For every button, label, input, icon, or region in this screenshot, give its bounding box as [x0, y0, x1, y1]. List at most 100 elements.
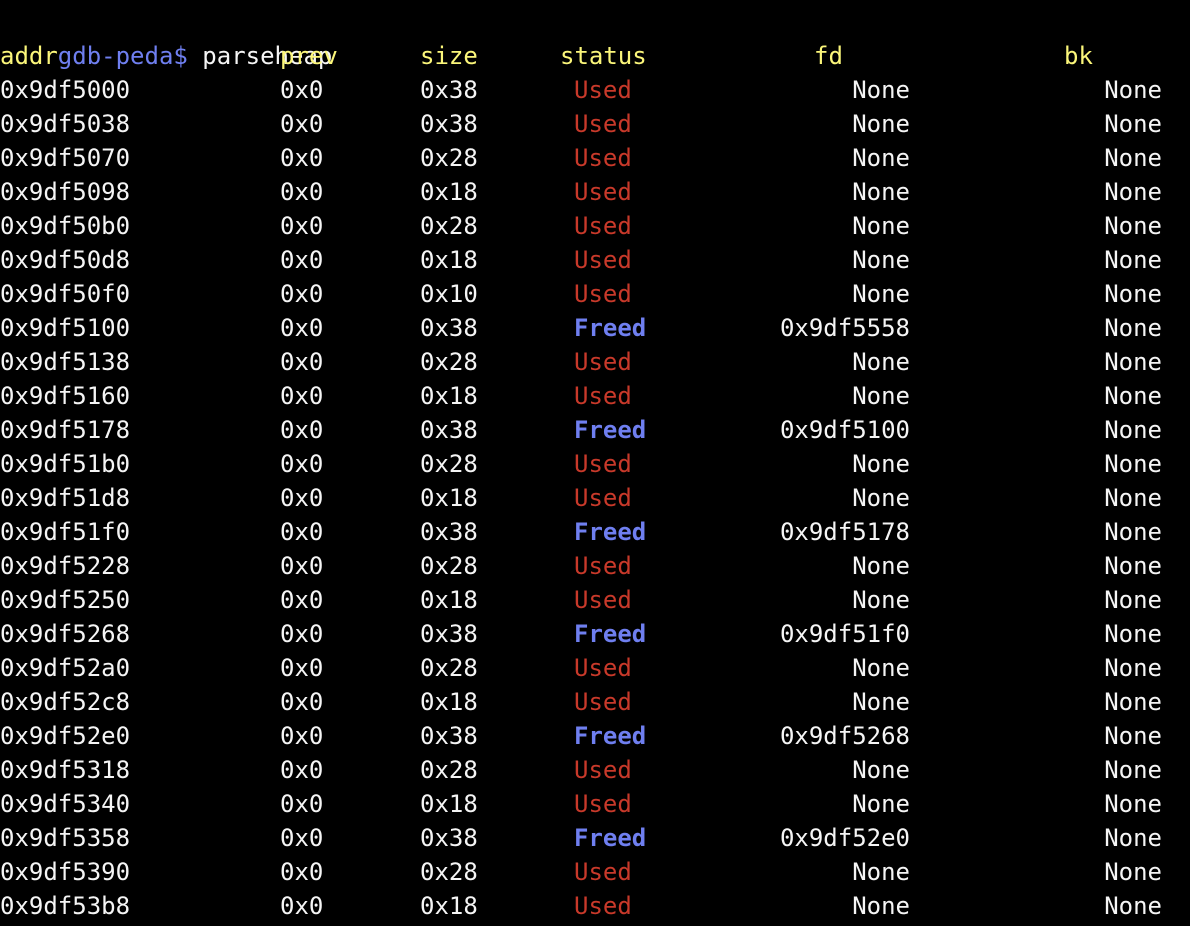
chunk-prev-size: 0x0 — [280, 790, 324, 818]
chunk-fd: None — [852, 246, 910, 274]
table-row: 0x9df5318 0x0 0x28 Used None None — [0, 753, 1190, 787]
chunk-bk: None — [1104, 76, 1162, 104]
chunk-fd: None — [852, 892, 910, 920]
chunk-fd: None — [852, 450, 910, 478]
chunk-size: 0x18 — [420, 688, 478, 716]
terminal-window[interactable]: gdb-peda$ parseheap addr prev size statu… — [0, 0, 1190, 926]
chunk-addr: 0x9df5268 — [0, 620, 131, 648]
table-row: 0x9df5268 0x0 0x38 Freed 0x9df51f0 None — [0, 617, 1190, 651]
chunk-status: Used — [574, 586, 632, 614]
table-row: 0x9df50d8 0x0 0x18 Used None None — [0, 243, 1190, 277]
table-row: 0x9df5250 0x0 0x18 Used None None — [0, 583, 1190, 617]
chunk-prev-size: 0x0 — [280, 892, 324, 920]
chunk-bk: None — [1104, 586, 1162, 614]
header-addr: addr — [0, 42, 58, 70]
chunk-size: 0x18 — [420, 586, 478, 614]
chunk-size: 0x28 — [420, 450, 478, 478]
chunk-bk: None — [1104, 824, 1162, 852]
chunk-status: Used — [574, 654, 632, 682]
table-row: 0x9df5358 0x0 0x38 Freed 0x9df52e0 None — [0, 821, 1190, 855]
table-row: 0x9df51b0 0x0 0x28 Used None None — [0, 447, 1190, 481]
chunk-size: 0x18 — [420, 246, 478, 274]
chunk-addr: 0x9df5000 — [0, 76, 131, 104]
table-row: 0x9df50f0 0x0 0x10 Used None None — [0, 277, 1190, 311]
chunk-status: Freed — [574, 518, 647, 546]
chunk-fd: None — [852, 586, 910, 614]
chunk-prev-size: 0x0 — [280, 688, 324, 716]
chunk-bk: None — [1104, 450, 1162, 478]
chunk-addr: 0x9df50f0 — [0, 280, 131, 308]
chunk-fd: None — [852, 790, 910, 818]
chunk-bk: None — [1104, 348, 1162, 376]
table-row: 0x9df5138 0x0 0x28 Used None None — [0, 345, 1190, 379]
chunk-status: Freed — [574, 620, 647, 648]
chunk-bk: None — [1104, 178, 1162, 206]
chunk-bk: None — [1104, 790, 1162, 818]
table-row: 0x9df52e0 0x0 0x38 Freed 0x9df5268 None — [0, 719, 1190, 753]
chunk-fd: None — [852, 110, 910, 138]
chunk-bk: None — [1104, 416, 1162, 444]
chunk-prev-size: 0x0 — [280, 620, 324, 648]
chunk-addr: 0x9df5228 — [0, 552, 131, 580]
table-row: 0x9df5390 0x0 0x28 Used None None — [0, 855, 1190, 889]
chunk-addr: 0x9df5340 — [0, 790, 131, 818]
table-row: 0x9df51d8 0x0 0x18 Used None None — [0, 481, 1190, 515]
chunk-bk: None — [1104, 314, 1162, 342]
chunk-size: 0x38 — [420, 722, 478, 750]
chunk-status: Used — [574, 212, 632, 240]
chunk-status: Used — [574, 110, 632, 138]
chunk-prev-size: 0x0 — [280, 178, 324, 206]
chunk-prev-size: 0x0 — [280, 756, 324, 784]
chunk-size: 0x38 — [420, 620, 478, 648]
chunk-bk: None — [1104, 246, 1162, 274]
chunk-fd: None — [852, 178, 910, 206]
table-row: 0x9df5160 0x0 0x18 Used None None — [0, 379, 1190, 413]
chunk-status: Used — [574, 280, 632, 308]
chunk-prev-size: 0x0 — [280, 246, 324, 274]
table-row: 0x9df50b0 0x0 0x28 Used None None — [0, 209, 1190, 243]
chunk-addr: 0x9df50b0 — [0, 212, 131, 240]
chunk-prev-size: 0x0 — [280, 586, 324, 614]
table-row: 0x9df5340 0x0 0x18 Used None None — [0, 787, 1190, 821]
chunk-size: 0x28 — [420, 348, 478, 376]
chunk-fd: None — [852, 654, 910, 682]
chunk-bk: None — [1104, 756, 1162, 784]
table-row: 0x9df5000 0x0 0x38 Used None None — [0, 73, 1190, 107]
chunk-bk: None — [1104, 110, 1162, 138]
chunk-bk: None — [1104, 484, 1162, 512]
chunk-size: 0x28 — [420, 756, 478, 784]
chunk-status: Freed — [574, 314, 647, 342]
chunk-prev-size: 0x0 — [280, 552, 324, 580]
chunk-size: 0x38 — [420, 824, 478, 852]
chunk-status: Used — [574, 790, 632, 818]
chunk-fd: None — [852, 688, 910, 716]
chunk-fd: None — [852, 280, 910, 308]
chunk-size: 0x18 — [420, 382, 478, 410]
table-row: 0x9df5100 0x0 0x38 Freed 0x9df5558 None — [0, 311, 1190, 345]
chunk-bk: None — [1104, 280, 1162, 308]
chunk-prev-size: 0x0 — [280, 416, 324, 444]
chunk-status: Used — [574, 76, 632, 104]
chunk-addr: 0x9df53b8 — [0, 892, 131, 920]
chunk-addr: 0x9df5100 — [0, 314, 131, 342]
chunk-size: 0x38 — [420, 416, 478, 444]
chunk-size: 0x38 — [420, 76, 478, 104]
chunk-addr: 0x9df5070 — [0, 144, 131, 172]
chunk-fd: 0x9df52e0 — [779, 824, 910, 852]
chunk-fd: 0x9df51f0 — [779, 620, 910, 648]
chunk-prev-size: 0x0 — [280, 722, 324, 750]
header-fd: fd — [814, 42, 843, 70]
chunk-addr: 0x9df51d8 — [0, 484, 131, 512]
chunk-addr: 0x9df5390 — [0, 858, 131, 886]
chunk-prev-size: 0x0 — [280, 314, 324, 342]
chunk-fd: None — [852, 76, 910, 104]
prompt-line: gdb-peda$ parseheap — [0, 5, 333, 70]
table-row: 0x9df5038 0x0 0x38 Used None None — [0, 107, 1190, 141]
chunk-fd: None — [852, 552, 910, 580]
chunk-size: 0x28 — [420, 144, 478, 172]
chunk-addr: 0x9df51f0 — [0, 518, 131, 546]
chunk-prev-size: 0x0 — [280, 212, 324, 240]
chunk-fd: None — [852, 756, 910, 784]
chunk-prev-size: 0x0 — [280, 484, 324, 512]
chunk-addr: 0x9df5098 — [0, 178, 131, 206]
